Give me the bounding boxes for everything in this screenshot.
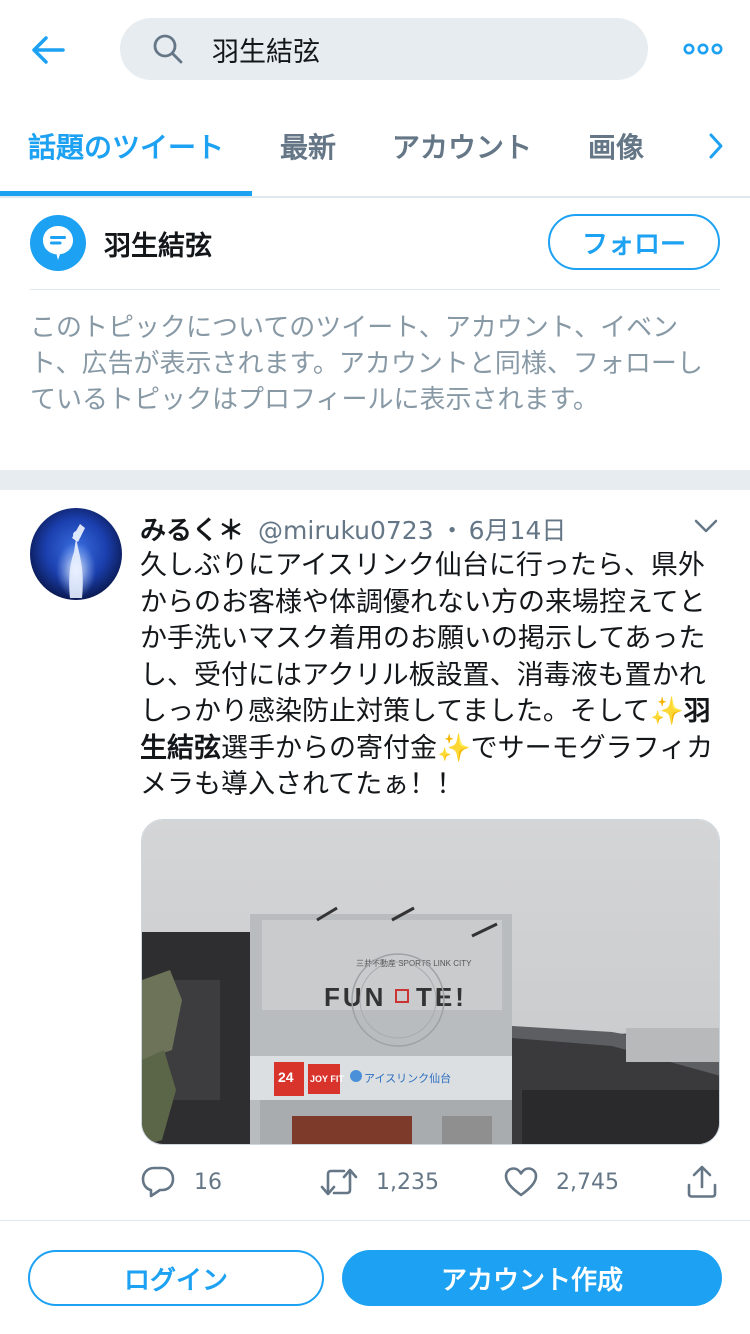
reply-button[interactable]: 16: [140, 1160, 222, 1204]
search-input[interactable]: 羽生結弦: [120, 18, 648, 80]
tweet-image[interactable]: 三井不動産 SPORTS LINK CITY FUN TE! 24 JOY FI…: [141, 819, 720, 1145]
banner-joyfit: JOY FIT: [310, 1074, 344, 1084]
divider: [0, 1220, 750, 1221]
sparkles-emoji: ✨: [437, 732, 471, 764]
reply-count: 16: [194, 1169, 222, 1195]
tweet-header: みるく＊ @miruku0723 ・ 6月14日: [140, 510, 720, 546]
like-icon: [504, 1167, 538, 1197]
tweet-text-part2: 選手からの寄付金: [221, 732, 437, 764]
tweet-actions: 16 1,235 2,745: [140, 1160, 730, 1204]
section-separator: [0, 470, 750, 490]
tweet-author-handle[interactable]: @miruku0723: [258, 516, 434, 545]
retweet-count: 1,235: [376, 1169, 439, 1195]
top-bar: 羽生結弦: [0, 0, 750, 100]
reply-icon: [141, 1166, 175, 1198]
tweet-date[interactable]: 6月14日: [469, 516, 567, 545]
tab-accounts[interactable]: アカウント: [392, 126, 532, 166]
signup-button[interactable]: アカウント作成: [342, 1250, 722, 1306]
search-icon: [150, 31, 186, 67]
tab-images[interactable]: 画像: [588, 126, 644, 166]
back-arrow-icon: [32, 36, 65, 64]
sparkles-emoji: ✨: [650, 696, 684, 727]
avatar[interactable]: [30, 508, 122, 600]
more-icon: [683, 43, 723, 55]
sign-main-left: FUN: [324, 982, 386, 1012]
tabs-scroll-right-button[interactable]: [700, 128, 732, 164]
like-button[interactable]: 2,745: [504, 1160, 619, 1204]
search-query: 羽生結弦: [212, 36, 320, 68]
tweet-text-part1: 久しぶりにアイスリンク仙台に行ったら、県外からのお客様や体調優れない方の来場控え…: [140, 550, 706, 727]
share-button[interactable]: [686, 1160, 718, 1204]
topic-bubble-icon: [30, 215, 86, 271]
caret-down-icon: [694, 519, 718, 533]
retweet-button[interactable]: 1,235: [320, 1160, 439, 1204]
share-icon: [687, 1165, 717, 1198]
login-button[interactable]: ログイン: [28, 1250, 324, 1306]
follow-topic-button[interactable]: フォロー: [548, 214, 720, 270]
sign-small-text: 三井不動産 SPORTS LINK CITY: [356, 958, 472, 968]
tab-latest[interactable]: 最新: [280, 126, 336, 166]
search-tabs: 話題のツイート 最新 アカウント 画像: [0, 100, 750, 198]
tweet-menu-button[interactable]: [692, 516, 720, 536]
active-tab-indicator: [0, 191, 252, 196]
divider: [30, 289, 720, 290]
topic-description: このトピックについてのツイート、アカウント、イベント、広告が表示されます。アカウ…: [30, 313, 703, 415]
back-button[interactable]: [28, 30, 68, 70]
banner-24: 24: [278, 1069, 294, 1085]
like-count: 2,745: [556, 1169, 619, 1195]
tab-top-tweets[interactable]: 話題のツイート: [28, 126, 224, 166]
tweet-text: 久しぶりにアイスリンク仙台に行ったら、県外からのお客様や体調優れない方の来場控え…: [140, 548, 728, 804]
chevron-right-icon: [709, 133, 723, 159]
header-separator: ・: [439, 516, 465, 545]
topic-title: 羽生結弦: [104, 231, 212, 262]
tweet-author-name[interactable]: みるく＊: [140, 516, 244, 546]
banner-rink: アイスリンク仙台: [364, 1071, 451, 1085]
more-options-button[interactable]: [680, 36, 726, 62]
retweet-icon: [320, 1168, 358, 1196]
